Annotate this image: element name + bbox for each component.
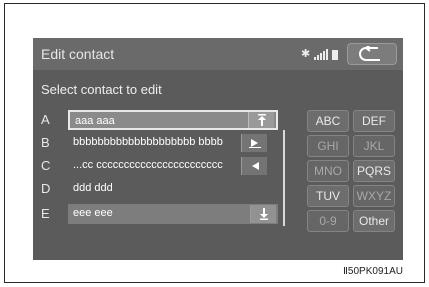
contact-row-a[interactable]: A aaa aaa: [33, 108, 303, 132]
contact-name: aaa aaa: [75, 115, 115, 127]
key-ghi[interactable]: GHI: [307, 135, 349, 157]
key-def[interactable]: DEF: [353, 110, 395, 132]
page-top-button[interactable]: [248, 112, 274, 128]
status-icons: ✱: [301, 48, 339, 60]
scroll-right-icon: [248, 139, 261, 148]
expand-name-button[interactable]: [241, 134, 267, 152]
key-other[interactable]: Other: [353, 210, 395, 232]
signal-strength-icon: [314, 49, 329, 60]
contact-row-e[interactable]: E eee eee: [33, 202, 303, 226]
contact-field[interactable]: ...cc ccccccccccccccccccccccc: [68, 156, 238, 176]
figure-code: Ⅱ50PK091AU: [343, 266, 403, 277]
index-letter: B: [41, 135, 50, 150]
contact-field[interactable]: ddd ddd: [68, 179, 268, 199]
display-screen: Edit contact ✱ Select contact to edit A …: [33, 38, 403, 260]
back-button[interactable]: [347, 43, 397, 65]
contact-name: ...cc ccccccccccccccccccccccc: [73, 159, 223, 171]
scroll-to-top-icon: [257, 114, 266, 126]
contact-field[interactable]: aaa aaa: [68, 110, 278, 130]
key-0-9[interactable]: 0-9: [307, 210, 349, 232]
page-bottom-button[interactable]: [250, 205, 276, 223]
bluetooth-icon: ✱: [301, 48, 311, 60]
list-scrollbar[interactable]: [283, 130, 285, 226]
title-bar: Edit contact ✱: [33, 38, 403, 70]
contact-row-d[interactable]: D ddd ddd: [33, 177, 303, 201]
key-tuv[interactable]: TUV: [307, 185, 349, 207]
index-letter: A: [41, 112, 50, 127]
contact-field[interactable]: bbbbbbbbbbbbbbbbbbbb bbbb: [68, 133, 248, 153]
index-letter: D: [41, 181, 51, 196]
key-mno[interactable]: MNO: [307, 160, 349, 182]
contact-name: bbbbbbbbbbbbbbbbbbbb bbbb: [73, 136, 223, 148]
key-wxyz[interactable]: WXYZ: [353, 185, 395, 207]
scroll-to-bottom-icon: [259, 208, 268, 220]
battery-icon: [332, 50, 339, 60]
key-abc[interactable]: ABC: [307, 110, 349, 132]
page-title: Edit contact: [41, 46, 115, 62]
key-pqrs[interactable]: PQRS: [353, 160, 395, 182]
collapse-name-button[interactable]: [241, 157, 267, 175]
contact-field[interactable]: eee eee: [68, 204, 278, 224]
index-letter: E: [41, 206, 50, 221]
contact-row-c[interactable]: C ...cc ccccccccccccccccccccccc: [33, 154, 303, 178]
key-jkl[interactable]: JKL: [353, 135, 395, 157]
contact-name: ddd ddd: [73, 182, 113, 194]
contact-row-b[interactable]: B bbbbbbbbbbbbbbbbbbbb bbbb: [33, 131, 303, 155]
figure-frame: Edit contact ✱ Select contact to edit A …: [4, 3, 425, 283]
instruction-text: Select contact to edit: [41, 82, 162, 97]
index-letter: C: [41, 158, 51, 173]
back-arrow-icon: [359, 46, 380, 61]
contact-name: eee eee: [73, 207, 113, 219]
scroll-left-icon: [251, 162, 259, 170]
